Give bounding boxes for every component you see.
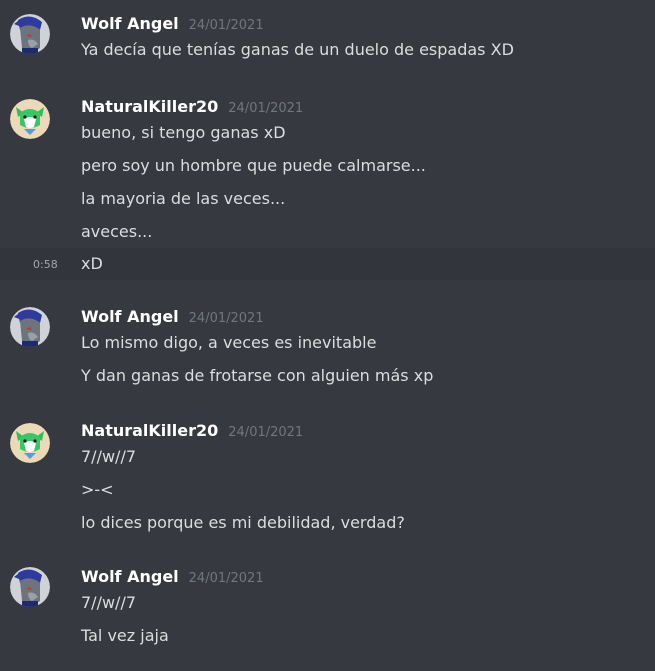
message-text: lo dices porque es mi debilidad, verdad?: [81, 513, 405, 532]
message-timestamp[interactable]: 24/01/2021: [228, 425, 303, 440]
message-text: la mayoria de las veces...: [81, 189, 286, 208]
username[interactable]: Wolf Angel: [81, 307, 179, 326]
username[interactable]: Wolf Angel: [81, 14, 179, 33]
message-text: aveces...: [81, 222, 153, 241]
message-text: Ya decía que tenías ganas de un duelo de…: [81, 40, 514, 59]
message-text: xD: [81, 254, 103, 273]
username[interactable]: NaturalKiller20: [81, 97, 218, 116]
message-line[interactable]: Lo mismo digo, a veces es inevitable: [0, 327, 655, 359]
hover-timestamp[interactable]: 0:58: [33, 258, 58, 271]
message-text: Lo mismo digo, a veces es inevitable: [81, 333, 377, 352]
message-line[interactable]: bueno, si tengo ganas xD: [0, 117, 655, 149]
message-text: bueno, si tengo ganas xD: [81, 123, 286, 142]
message-text: Tal vez jaja: [81, 626, 169, 645]
username[interactable]: Wolf Angel: [81, 567, 179, 586]
message-line[interactable]: Ya decía que tenías ganas de un duelo de…: [0, 34, 655, 66]
message-line[interactable]: aveces...: [0, 216, 655, 248]
message-timestamp[interactable]: 24/01/2021: [189, 311, 264, 326]
message-line-hovered[interactable]: 0:58 xD: [0, 248, 655, 280]
message-line[interactable]: 7//w//7: [0, 441, 655, 473]
message-line[interactable]: lo dices porque es mi debilidad, verdad?: [0, 507, 655, 539]
message-line[interactable]: Tal vez jaja: [0, 620, 655, 652]
message-timestamp[interactable]: 24/01/2021: [189, 571, 264, 586]
message-text: 7//w//7: [81, 593, 137, 612]
message-line[interactable]: pero soy un hombre que puede calmarse...: [0, 150, 655, 182]
message-text: 7//w//7: [81, 447, 137, 466]
message-text: >-<: [81, 480, 114, 499]
message-line[interactable]: la mayoria de las veces...: [0, 183, 655, 215]
username[interactable]: NaturalKiller20: [81, 421, 218, 440]
message-text: pero soy un hombre que puede calmarse...: [81, 156, 426, 175]
chat-message-list: Wolf Angel 24/01/2021 Ya decía que tenías…: [0, 0, 655, 671]
message-timestamp[interactable]: 24/01/2021: [228, 101, 303, 116]
message-line[interactable]: >-<: [0, 474, 655, 506]
message-line[interactable]: Y dan ganas de frotarse con alguien más …: [0, 360, 655, 392]
message-timestamp[interactable]: 24/01/2021: [189, 18, 264, 33]
message-text: Y dan ganas de frotarse con alguien más …: [81, 366, 434, 385]
message-line[interactable]: 7//w//7: [0, 587, 655, 619]
